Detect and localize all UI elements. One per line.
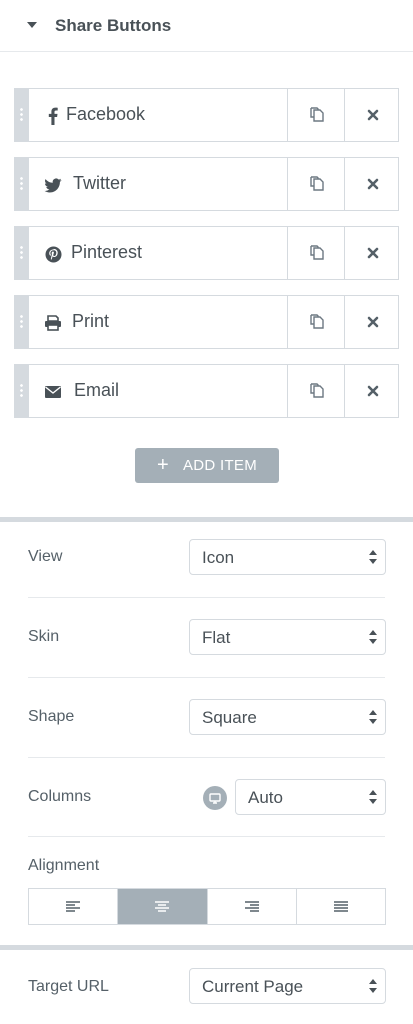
desktop-device-icon[interactable]	[203, 786, 227, 810]
item-label: Pinterest	[71, 242, 143, 262]
shape-label: Shape	[28, 708, 75, 725]
close-icon	[367, 178, 378, 190]
align-left-button[interactable]	[29, 889, 117, 924]
facebook-icon	[43, 106, 63, 126]
item-label: Facebook	[66, 104, 146, 124]
plus-icon: +	[156, 453, 169, 476]
remove-button[interactable]	[344, 158, 400, 210]
select-arrows-icon	[369, 710, 377, 724]
close-icon	[367, 316, 378, 328]
repeater-item-facebook[interactable]: Facebook	[14, 88, 399, 142]
columns-value: Auto	[248, 788, 283, 807]
align-left-icon	[66, 901, 81, 912]
repeater-item-print[interactable]: Print	[14, 295, 399, 349]
row-divider	[28, 757, 385, 758]
shape-value: Square	[202, 708, 257, 727]
drag-handle[interactable]	[15, 158, 29, 210]
repeater-item-email[interactable]: Email	[14, 364, 399, 418]
align-justify-button[interactable]	[295, 889, 385, 924]
close-icon	[367, 385, 378, 397]
repeater-item-twitter[interactable]: Twitter	[14, 157, 399, 211]
remove-button[interactable]	[344, 89, 400, 141]
section-divider	[0, 945, 413, 950]
caret-down-icon	[27, 22, 37, 28]
item-label: Print	[72, 311, 110, 331]
view-label: View	[28, 548, 63, 565]
duplicate-button[interactable]	[287, 296, 345, 348]
select-arrows-icon	[369, 790, 377, 804]
envelope-icon	[43, 382, 63, 402]
section-title: Share Buttons	[55, 16, 172, 35]
row-divider	[28, 677, 385, 678]
target-url-value: Current Page	[202, 977, 304, 996]
add-item-button[interactable]: + ADD ITEM	[135, 448, 279, 483]
columns-select[interactable]: Auto	[235, 779, 386, 815]
alignment-choices[interactable]	[28, 888, 386, 925]
align-justify-icon	[333, 901, 348, 912]
duplicate-icon	[309, 245, 324, 260]
align-center-icon	[155, 901, 170, 912]
select-arrows-icon	[369, 979, 377, 993]
close-icon	[367, 109, 378, 121]
remove-button[interactable]	[344, 365, 400, 417]
row-divider	[28, 836, 385, 837]
remove-button[interactable]	[344, 227, 400, 279]
section-header-share-buttons[interactable]: Share Buttons	[0, 0, 413, 52]
shape-select[interactable]: Square	[189, 699, 386, 735]
align-right-button[interactable]	[206, 889, 296, 924]
skin-value: Flat	[202, 628, 231, 647]
view-select[interactable]: Icon	[189, 539, 386, 575]
duplicate-icon	[309, 383, 324, 398]
select-arrows-icon	[369, 550, 377, 564]
remove-button[interactable]	[344, 296, 400, 348]
skin-select[interactable]: Flat	[189, 619, 386, 655]
duplicate-button[interactable]	[287, 89, 345, 141]
drag-handle[interactable]	[15, 296, 29, 348]
columns-label: Columns	[28, 788, 92, 805]
alignment-label: Alignment	[28, 857, 100, 874]
drag-handle[interactable]	[15, 89, 29, 141]
duplicate-button[interactable]	[287, 227, 345, 279]
drag-handle[interactable]	[15, 365, 29, 417]
section-divider	[0, 517, 413, 522]
view-value: Icon	[202, 548, 235, 567]
twitter-icon	[43, 175, 63, 195]
duplicate-icon	[309, 176, 324, 191]
drag-handle[interactable]	[15, 227, 29, 279]
target-url-select[interactable]: Current Page	[189, 968, 386, 1004]
row-divider	[28, 597, 385, 598]
duplicate-icon	[309, 107, 324, 122]
duplicate-button[interactable]	[287, 365, 345, 417]
duplicate-button[interactable]	[287, 158, 345, 210]
close-icon	[367, 247, 378, 259]
print-icon	[43, 313, 63, 333]
select-arrows-icon	[369, 630, 377, 644]
skin-label: Skin	[28, 628, 60, 645]
align-right-icon	[244, 901, 259, 912]
repeater-item-pinterest[interactable]: Pinterest	[14, 226, 399, 280]
item-label: Email	[74, 380, 120, 400]
pinterest-icon	[43, 244, 63, 264]
target-url-label: Target URL	[28, 978, 109, 995]
duplicate-icon	[309, 314, 324, 329]
align-center-button[interactable]	[117, 889, 207, 924]
item-label: Twitter	[73, 173, 127, 193]
add-item-label: ADD ITEM	[182, 457, 258, 474]
